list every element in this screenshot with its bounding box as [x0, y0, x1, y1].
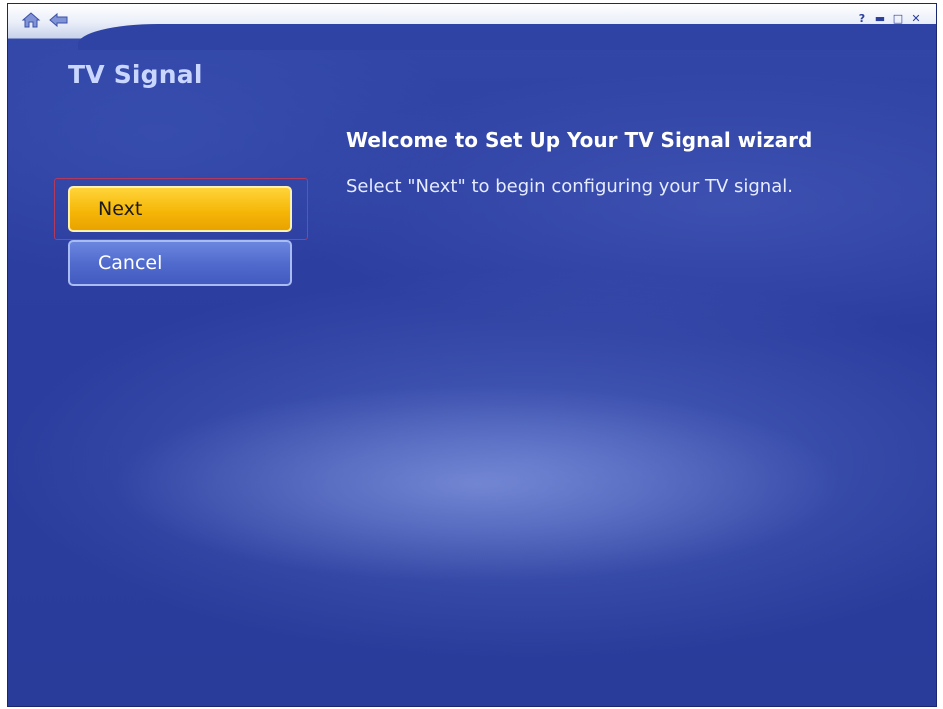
maximize-icon[interactable]: □ — [892, 12, 904, 25]
wizard-heading: Welcome to Set Up Your TV Signal wizard — [346, 128, 813, 152]
window-controls: ? ▬ □ ✕ — [856, 12, 922, 25]
help-icon[interactable]: ? — [856, 12, 868, 25]
title-bar-curve — [78, 24, 936, 50]
wizard-button-group: Next Cancel — [54, 178, 308, 286]
page-title: TV Signal — [68, 60, 203, 89]
media-center-window: ? ▬ □ ✕ TV Signal Welcome to Set Up Your… — [8, 4, 936, 706]
background-gradient — [8, 4, 936, 706]
home-icon[interactable] — [20, 10, 42, 30]
minimize-icon[interactable]: ▬ — [874, 12, 886, 25]
close-icon[interactable]: ✕ — [910, 12, 922, 25]
wizard-instruction: Select "Next" to begin configuring your … — [346, 176, 793, 197]
cancel-button[interactable]: Cancel — [68, 240, 292, 286]
next-button[interactable]: Next — [68, 186, 292, 232]
back-arrow-icon[interactable] — [48, 10, 70, 30]
